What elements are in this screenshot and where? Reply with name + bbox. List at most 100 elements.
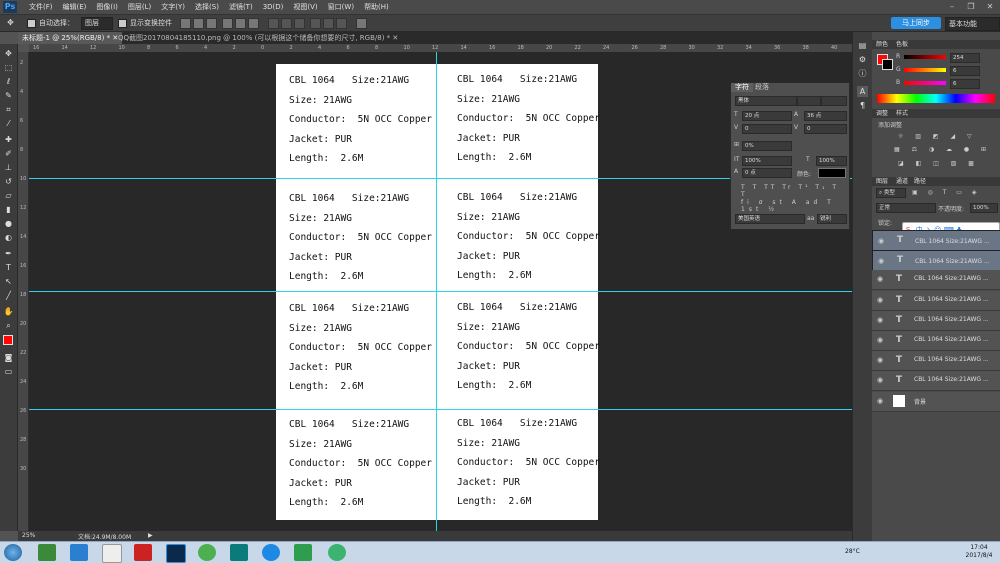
eye-icon[interactable]: ◉ — [877, 376, 883, 384]
tracking-field[interactable]: 0 — [804, 124, 847, 134]
layer-row[interactable]: ◉ T CBL 1064 Size:21AWG ... — [872, 371, 1000, 392]
system-clock[interactable]: 17:04 2017/8/4 — [960, 544, 998, 560]
align-vcenter-icon[interactable] — [193, 18, 204, 29]
close-icon[interactable]: ✕ — [392, 34, 398, 42]
tsume-field[interactable]: 0% — [742, 141, 792, 151]
align-left-icon[interactable] — [222, 18, 233, 29]
g-value-field[interactable]: 6 — [950, 66, 980, 76]
taskbar-calculator-icon[interactable] — [102, 544, 122, 563]
menu-item[interactable]: 3D(D) — [258, 0, 289, 14]
taskbar-app-icon[interactable] — [230, 544, 248, 561]
guide-vertical[interactable] — [436, 52, 437, 531]
stamp-tool-icon[interactable]: ⊥ — [3, 162, 14, 173]
tab-layers[interactable]: 图层 — [876, 177, 888, 186]
foreground-color-swatch[interactable] — [3, 335, 13, 345]
language-select[interactable]: 美国英语 — [735, 214, 805, 224]
shape-tool-icon[interactable]: ╱ — [3, 290, 14, 301]
opentype-buttons[interactable]: fi σ st A ad T 1st ½ — [741, 199, 849, 213]
text-color-swatch[interactable] — [818, 168, 846, 178]
tab-paragraph[interactable]: 段落 — [751, 83, 773, 92]
menu-item[interactable]: 图像(I) — [91, 0, 123, 14]
taskbar-app-icon[interactable] — [198, 544, 216, 561]
background-color-swatch[interactable] — [882, 59, 893, 70]
vertical-scale-field[interactable]: 100% — [742, 156, 792, 166]
layer-row[interactable]: ◉ T CBL 1064 Size:21AWG ... — [872, 290, 1000, 311]
screen-mode-icon[interactable]: ▭ — [3, 366, 14, 377]
guide-horizontal[interactable] — [29, 409, 852, 410]
paragraph-panel-icon[interactable]: ¶ — [857, 100, 868, 111]
distribute-vcenter-icon[interactable] — [281, 18, 292, 29]
cable-label-block[interactable]: CBL 1064 Size:21AWG Size: 21AWG Conductor:… — [289, 71, 432, 169]
restore-button[interactable]: ❐ — [962, 1, 980, 12]
taskbar-photoshop-icon[interactable] — [166, 544, 186, 563]
eye-icon[interactable]: ◉ — [877, 356, 883, 364]
quick-mask-icon[interactable]: ◙ — [3, 352, 14, 363]
auto-align-icon[interactable] — [356, 18, 367, 29]
b-slider[interactable] — [904, 81, 946, 85]
horizontal-scale-field[interactable]: 100% — [816, 156, 847, 166]
quick-select-tool-icon[interactable]: ✎ — [3, 90, 14, 101]
tab-untitled[interactable]: 未标题-1 @ 25%(RGB/8) * ✕ — [18, 32, 123, 44]
antialias-select[interactable]: 锐利 — [817, 214, 847, 224]
taskbar-ie-icon[interactable] — [262, 544, 280, 561]
dodge-tool-icon[interactable]: ◐ — [3, 232, 14, 243]
move-tool-icon[interactable]: ✥ — [5, 17, 16, 28]
document-canvas[interactable]: CBL 1064 Size:21AWG Size: 21AWG Conductor:… — [276, 64, 600, 520]
tab-screenshot[interactable]: QQ截图20170804185110.png @ 100% (可以根据这个储备你… — [114, 32, 402, 44]
menu-item[interactable]: 文字(Y) — [156, 0, 190, 14]
close-button[interactable]: ✕ — [981, 1, 999, 12]
canvas-area[interactable]: CBL 1064 Size:21AWG Size: 21AWG Conductor:… — [29, 52, 852, 531]
menu-item[interactable]: 选择(S) — [190, 0, 224, 14]
info-panel-icon[interactable]: ⓘ — [857, 68, 868, 79]
eye-icon[interactable]: ◉ — [877, 296, 883, 304]
eye-icon[interactable]: ◉ — [878, 256, 884, 267]
layer-row[interactable]: ◉ T CBL 1064 Size:21AWG ... — [872, 270, 1000, 291]
font-weight-select[interactable] — [821, 96, 847, 106]
cable-label-block[interactable]: CBL 1064 Size:21AWG Size: 21AWG Conductor:… — [457, 298, 600, 396]
color-spectrum[interactable] — [877, 94, 995, 103]
crop-tool-icon[interactable]: ⌗ — [3, 104, 14, 115]
eye-icon[interactable]: ◉ — [877, 397, 883, 405]
status-menu-arrow-icon[interactable]: ▶ — [148, 532, 153, 539]
taskbar-acrobat-icon[interactable] — [134, 544, 152, 561]
show-transform-checkbox[interactable]: 显示变换控件 — [118, 18, 172, 28]
align-bottom-icon[interactable] — [206, 18, 217, 29]
cable-label-block[interactable]: CBL 1064 Size:21AWG Size: 21AWG Conductor:… — [289, 189, 432, 287]
workspace-dropdown[interactable]: 基本功能 — [945, 17, 1000, 31]
guide-horizontal[interactable] — [29, 291, 852, 292]
menu-item[interactable]: 图层(L) — [123, 0, 156, 14]
tab-color[interactable]: 颜色 — [876, 40, 888, 49]
menu-item[interactable]: 帮助(H) — [359, 0, 394, 14]
layer-row[interactable]: ◉ 背景 — [872, 391, 1000, 412]
distribute-bottom-icon[interactable] — [294, 18, 305, 29]
tab-paths[interactable]: 路径 — [914, 177, 926, 186]
marquee-tool-icon[interactable]: ⬚ — [3, 62, 14, 73]
hand-tool-icon[interactable]: ✋ — [3, 306, 14, 317]
properties-panel-icon[interactable]: ⚙ — [857, 54, 868, 65]
adjustment-icons-row2[interactable]: ▦ ⚖ ◑ ☁ ● ⊞ — [894, 146, 991, 153]
history-brush-icon[interactable]: ↺ — [3, 176, 14, 187]
gradient-tool-icon[interactable]: ▮ — [3, 204, 14, 215]
taskbar-app-icon[interactable] — [38, 544, 56, 561]
cable-label-block[interactable]: CBL 1064 Size:21AWG Size: 21AWG Conductor:… — [457, 414, 600, 512]
cloud-sync-button[interactable]: 马上同步 — [891, 17, 941, 29]
text-style-buttons[interactable]: T T TT Tr T¹ T₁ T T — [741, 184, 849, 198]
taskbar-app-icon[interactable] — [70, 544, 88, 561]
distribute-left-icon[interactable] — [310, 18, 321, 29]
menu-item[interactable]: 滤镜(T) — [224, 0, 258, 14]
brush-tool-icon[interactable]: ✐ — [3, 148, 14, 159]
layer-row[interactable]: ◉ T CBL 1064 Size:21AWG ... — [872, 331, 1000, 351]
auto-select-dropdown[interactable]: 图层 — [81, 17, 113, 30]
eye-icon[interactable]: ◉ — [877, 316, 883, 324]
auto-select-checkbox[interactable]: 自动选择： — [27, 18, 74, 28]
r-value-field[interactable]: 254 — [950, 53, 980, 63]
menu-item[interactable]: 视图(V) — [288, 0, 322, 14]
layer-row[interactable]: ◉ T CBL 1064 Size:21AWG ... — [872, 250, 1000, 272]
layer-filter-icons[interactable]: ▣ ◎ T ▭ ◈ — [912, 189, 980, 196]
blend-mode-select[interactable]: 正常 — [876, 203, 936, 213]
b-value-field[interactable]: 6 — [950, 79, 980, 89]
adjustment-icons-row1[interactable]: ☼ ▥ ◩ ◢ ▽ — [898, 133, 977, 140]
tab-styles[interactable]: 样式 — [896, 109, 908, 118]
align-right-icon[interactable] — [248, 18, 259, 29]
layer-row[interactable]: ◉ T CBL 1064 Size:21AWG ... — [872, 351, 1000, 372]
